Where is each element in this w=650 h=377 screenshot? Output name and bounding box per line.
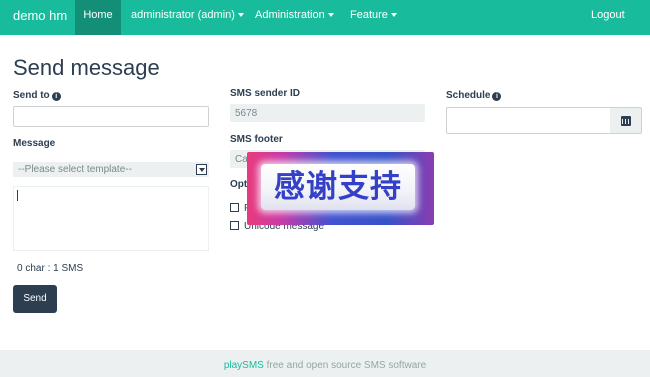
nav-home[interactable]: Home bbox=[75, 0, 121, 35]
schedule-input[interactable] bbox=[446, 107, 611, 134]
calendar-icon bbox=[621, 116, 631, 126]
send-to-input[interactable] bbox=[13, 106, 209, 127]
message-label: Message bbox=[13, 138, 56, 149]
calendar-button[interactable] bbox=[610, 107, 642, 134]
chevron-down-icon bbox=[237, 13, 244, 18]
sms-footer-label: SMS footer bbox=[230, 134, 283, 145]
navbar-brand[interactable]: demo hm bbox=[13, 8, 67, 23]
send-to-label-text: Send to bbox=[13, 90, 50, 101]
char-counter: 0 char : 1 SMS bbox=[17, 263, 84, 274]
top-navbar: demo hm Home administrator (admin) Admin… bbox=[0, 0, 650, 35]
sms-sender-id-field: 5678 bbox=[230, 104, 425, 122]
template-select[interactable]: --Please select template-- bbox=[13, 162, 209, 177]
send-button[interactable]: Send bbox=[13, 285, 57, 313]
footer-tagline: free and open source SMS software bbox=[263, 360, 427, 371]
overlay-banner: 感谢支持 bbox=[247, 152, 434, 225]
sms-sender-id-label: SMS sender ID bbox=[230, 88, 301, 99]
nav-home-label: Home bbox=[83, 9, 113, 21]
nav-logout-label: Logout bbox=[591, 9, 625, 21]
flash-checkbox[interactable] bbox=[230, 203, 239, 212]
nav-user-menu[interactable]: administrator (admin) bbox=[131, 0, 244, 35]
text-cursor bbox=[17, 190, 18, 201]
nav-administration[interactable]: Administration bbox=[255, 0, 334, 35]
page-title: Send message bbox=[13, 55, 160, 80]
template-select-value: --Please select template-- bbox=[18, 164, 132, 175]
info-icon[interactable]: i bbox=[492, 92, 502, 101]
nav-logout[interactable]: Logout bbox=[591, 0, 625, 35]
page-footer: playSMS free and open source SMS softwar… bbox=[0, 350, 650, 377]
footer-text: playSMS free and open source SMS softwar… bbox=[0, 360, 650, 371]
chevron-down-icon bbox=[327, 13, 334, 18]
chevron-down-icon bbox=[390, 13, 397, 18]
message-textarea[interactable] bbox=[13, 186, 209, 251]
options-label: Opt bbox=[230, 179, 248, 190]
nav-administration-label: Administration bbox=[255, 9, 325, 21]
overlay-text: 感谢支持 bbox=[274, 169, 402, 205]
send-to-label: Send to i bbox=[13, 90, 61, 101]
nav-user-label: administrator (admin) bbox=[131, 9, 235, 21]
chevron-down-icon[interactable] bbox=[196, 164, 207, 175]
nav-feature[interactable]: Feature bbox=[350, 0, 397, 35]
nav-feature-label: Feature bbox=[350, 9, 388, 21]
footer-brand-link[interactable]: playSMS bbox=[224, 360, 264, 371]
unicode-checkbox[interactable] bbox=[230, 221, 239, 230]
info-icon[interactable]: i bbox=[51, 92, 61, 101]
schedule-label-text: Schedule bbox=[446, 90, 491, 101]
schedule-label: Schedule i bbox=[446, 90, 502, 101]
